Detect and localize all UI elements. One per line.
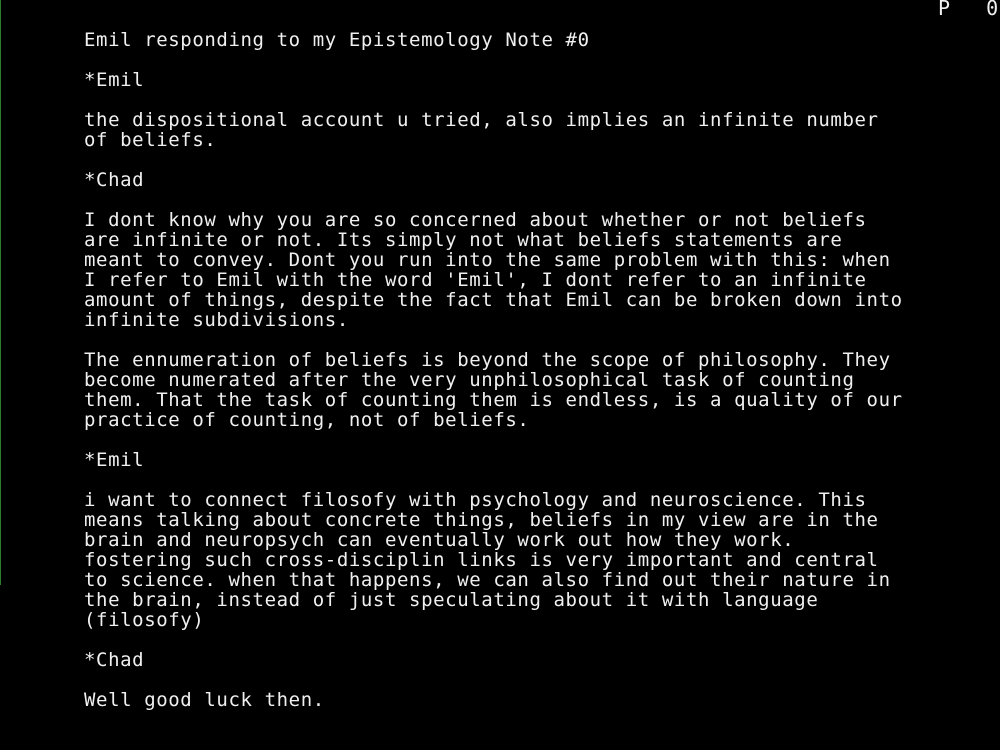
text-line: Well good luck then. <box>84 689 325 711</box>
document-text[interactable]: Emil responding to my Epistemology Note … <box>84 30 994 710</box>
page-number: 0 <box>986 0 1000 20</box>
text-line: I dont know why you are so concerned abo… <box>84 209 867 231</box>
text-line: amount of things, despite the fact that … <box>84 289 903 311</box>
window-left-edge <box>0 0 1 585</box>
text-line: of beliefs. <box>84 129 217 151</box>
text-line: the brain, instead of just speculating a… <box>84 589 819 611</box>
text-line: the dispositional account u tried, also … <box>84 109 879 131</box>
text-line: to science. when that happens, we can al… <box>84 569 891 591</box>
text-line: them. That the task of counting them is … <box>84 389 903 411</box>
text-line: meant to convey. Dont you run into the s… <box>84 249 891 271</box>
text-line: i want to connect filosofy with psycholo… <box>84 489 867 511</box>
speaker-label: *Emil <box>84 69 145 91</box>
text-line: infinite subdivisions. <box>84 309 349 331</box>
text-line: (filosofy) <box>84 609 205 631</box>
text-line: fostering such cross-disciplin links is … <box>84 549 879 571</box>
page-label: P <box>938 0 955 20</box>
text-line: become numerated after the very unphilos… <box>84 369 855 391</box>
speaker-label: *Chad <box>84 649 145 671</box>
text-line: practice of counting, not of beliefs. <box>84 409 530 431</box>
text-line: brain and neuropsych can eventually work… <box>84 529 795 551</box>
speaker-label: *Chad <box>84 169 145 191</box>
text-line: means talking about concrete things, bel… <box>84 509 879 531</box>
text-line: I refer to Emil with the word 'Emil', I … <box>84 269 867 291</box>
text-line: are infinite or not. Its simply not what… <box>84 229 843 251</box>
document-title: Emil responding to my Epistemology Note … <box>84 29 590 51</box>
text-line: The ennumeration of beliefs is beyond th… <box>84 349 891 371</box>
speaker-label: *Emil <box>84 449 145 471</box>
status-indicator: P 0 <box>938 0 1000 18</box>
